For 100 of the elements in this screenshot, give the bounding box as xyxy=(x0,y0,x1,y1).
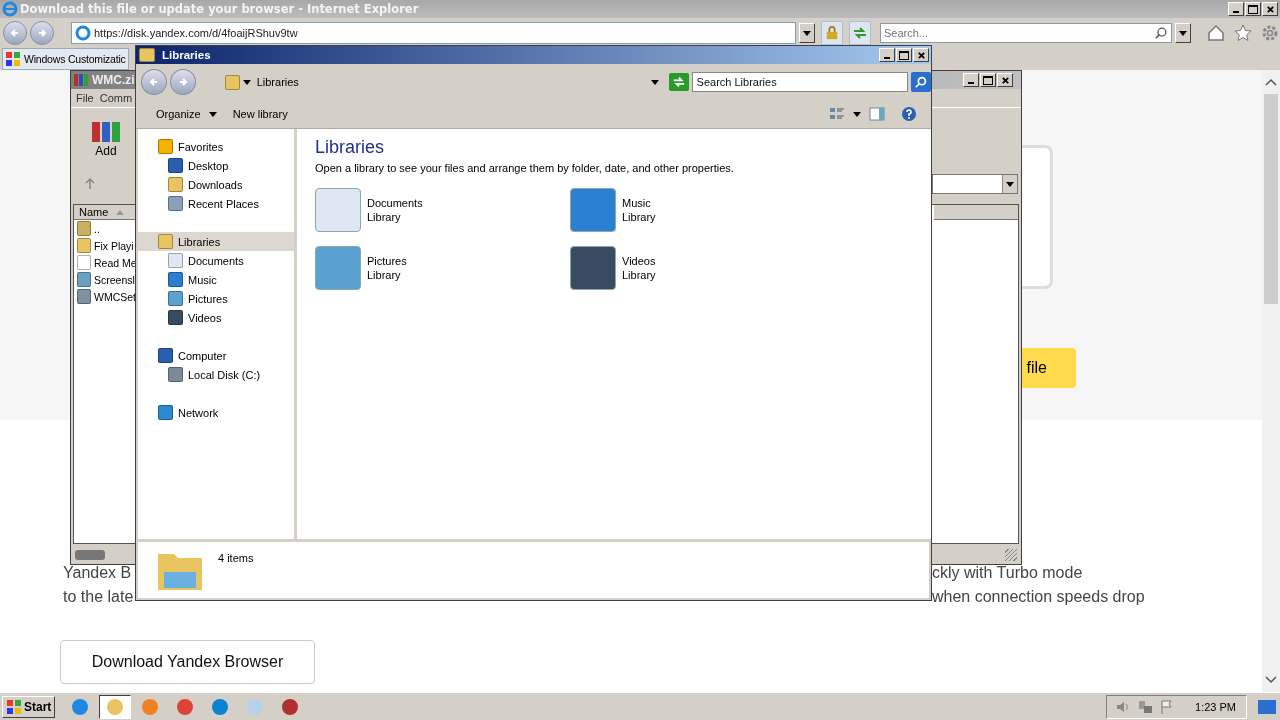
nav-item[interactable]: Computer xyxy=(138,346,294,365)
text-line: when connection speeds drop xyxy=(932,588,1145,606)
refresh-button[interactable] xyxy=(849,21,871,45)
help-icon[interactable] xyxy=(901,106,917,122)
dropdown-button[interactable] xyxy=(799,23,815,43)
padlock-icon xyxy=(825,25,839,41)
column-header[interactable]: Name xyxy=(74,205,137,220)
taskbar-button[interactable] xyxy=(99,694,132,719)
minimize-button[interactable] xyxy=(1228,2,1244,16)
close-button[interactable] xyxy=(997,73,1013,87)
maximize-button[interactable] xyxy=(896,48,912,62)
toolbar-button[interactable]: New library xyxy=(226,105,294,123)
file-row[interactable]: Screensl xyxy=(74,271,137,288)
squares-icon xyxy=(6,698,22,715)
library-name[interactable]: Videos xyxy=(622,255,656,267)
caret-icon xyxy=(242,79,251,85)
squares-icon xyxy=(5,51,21,67)
nav-item[interactable]: Pictures xyxy=(138,289,294,308)
download-browser-button[interactable]: Download Yandex Browser xyxy=(60,640,315,684)
caret-icon xyxy=(650,79,659,85)
minimize-button[interactable] xyxy=(963,73,979,87)
search-field[interactable]: Search... xyxy=(880,23,1172,43)
show-desktop-button[interactable] xyxy=(1258,699,1276,714)
item-count: 4 items xyxy=(218,552,254,564)
dropdown-button[interactable] xyxy=(1175,23,1191,43)
chevron-down-icon[interactable] xyxy=(1265,676,1277,684)
nav-item[interactable]: Local Disk (C:) xyxy=(138,365,294,384)
file-row[interactable]: WMCSet xyxy=(74,288,137,305)
heading: Libraries xyxy=(315,137,386,158)
search-button[interactable] xyxy=(911,72,931,92)
nav-item[interactable]: Videos xyxy=(138,308,294,327)
caret-icon xyxy=(208,111,217,117)
window-title: WMC.zi xyxy=(92,73,135,87)
start-button[interactable]: Start xyxy=(2,695,56,718)
left-arrow-icon xyxy=(148,77,159,87)
toolbar-button[interactable]: Organize xyxy=(150,105,223,123)
add-button[interactable]: Add xyxy=(91,120,121,158)
minimize-button[interactable] xyxy=(879,48,895,62)
nav-item[interactable]: Recent Places xyxy=(138,194,294,213)
close-button[interactable] xyxy=(913,48,929,62)
library-type: Library xyxy=(367,269,402,281)
resize-grip[interactable] xyxy=(1005,549,1017,561)
list-view-icon xyxy=(829,106,845,122)
refresh-button[interactable] xyxy=(668,73,689,91)
home-icon[interactable] xyxy=(1206,23,1226,43)
text-line: ckly with Turbo mode xyxy=(932,564,1084,582)
library-name[interactable]: Pictures xyxy=(367,255,407,267)
forward-button[interactable] xyxy=(30,21,54,45)
nav-item[interactable]: Favorites xyxy=(138,137,294,156)
library-type: Library xyxy=(622,269,656,281)
up-arrow-icon[interactable] xyxy=(85,178,95,190)
chevron-up-icon[interactable] xyxy=(1265,78,1277,86)
address-field[interactable]: Libraries xyxy=(224,72,662,92)
network-icon[interactable] xyxy=(1137,698,1154,715)
nav-item[interactable]: Downloads xyxy=(138,175,294,194)
file-row[interactable]: Read Me xyxy=(74,254,137,271)
forward-button[interactable] xyxy=(169,69,196,95)
caret-icon[interactable] xyxy=(853,111,861,117)
close-icon xyxy=(1000,75,1010,85)
menu-item[interactable]: Comm xyxy=(99,92,133,104)
address-field[interactable]: https://disk.yandex.com/d/4foaijRShuv9tw xyxy=(71,22,796,44)
nav-item[interactable]: Network xyxy=(138,403,294,422)
sort-arrow-icon xyxy=(116,209,125,215)
pane-icon xyxy=(869,106,885,122)
scrollbar[interactable] xyxy=(1262,70,1280,692)
back-button[interactable] xyxy=(3,21,27,45)
library-name[interactable]: Music xyxy=(622,197,656,209)
close-icon xyxy=(916,50,926,60)
right-arrow-icon xyxy=(37,28,47,38)
caret-icon xyxy=(1006,181,1014,187)
nav-item[interactable]: Desktop xyxy=(138,156,294,175)
restore-button[interactable] xyxy=(1245,2,1261,16)
window-title: Libraries xyxy=(162,49,211,61)
column-header[interactable] xyxy=(934,205,1018,220)
right-arrow-icon xyxy=(177,77,188,87)
maximize-button[interactable] xyxy=(980,73,996,87)
refresh-icon xyxy=(852,25,868,41)
library-type: Library xyxy=(622,211,656,223)
close-icon xyxy=(1265,4,1275,14)
nav-item[interactable]: Libraries xyxy=(138,232,294,251)
file-row[interactable]: Fix Playi xyxy=(74,237,137,254)
close-button[interactable] xyxy=(1262,2,1278,16)
text-line: to the late xyxy=(63,588,134,606)
lock-button[interactable] xyxy=(821,21,843,45)
download-file-button[interactable]: file xyxy=(1022,348,1076,388)
menu-item[interactable]: File xyxy=(76,92,94,104)
caret-icon xyxy=(1179,30,1187,36)
nav-item[interactable]: Music xyxy=(138,270,294,289)
back-button[interactable] xyxy=(141,69,167,95)
file-row[interactable]: .. xyxy=(74,220,137,237)
library-type: Library xyxy=(367,211,402,223)
path-field[interactable] xyxy=(932,174,1018,194)
search-field[interactable]: Search Libraries xyxy=(691,72,909,92)
settings-icon[interactable] xyxy=(1260,23,1280,43)
clock: 1:23 PM xyxy=(1195,700,1236,713)
search-icon[interactable] xyxy=(1154,26,1168,40)
nav-item[interactable]: Documents xyxy=(138,251,294,270)
description: Open a library to see your files and arrange them by folder, date, and other properties. xyxy=(315,162,735,174)
favorite-tab[interactable]: Windows Customizatic xyxy=(2,48,129,70)
library-name[interactable]: Documents xyxy=(367,197,423,209)
